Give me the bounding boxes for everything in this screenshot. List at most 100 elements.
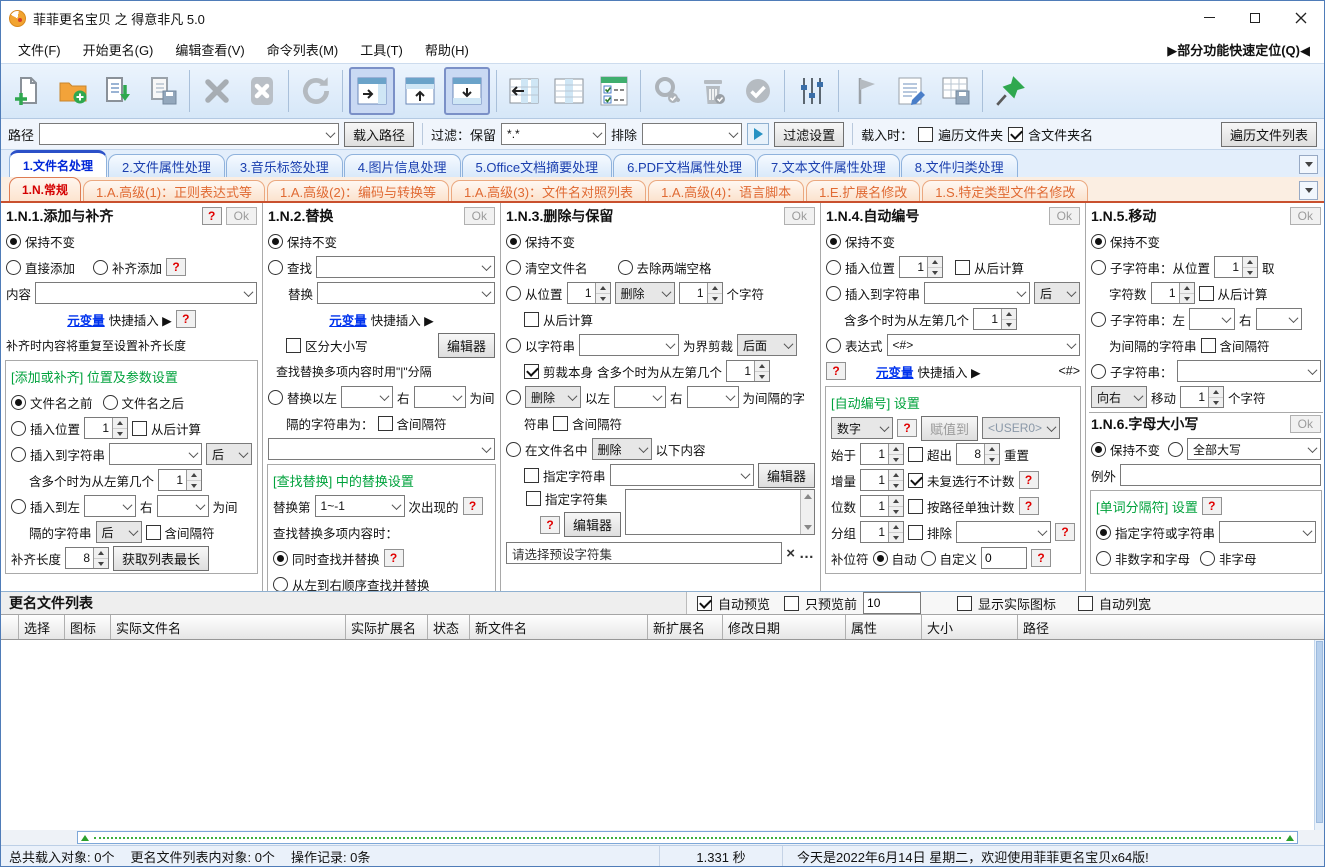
case-non-alnum-radio[interactable]: [1096, 551, 1111, 566]
move-column-left-icon[interactable]: [501, 67, 546, 115]
add-meta-var-link[interactable]: 元变量: [67, 310, 105, 329]
traverse-folders-checkbox[interactable]: [918, 127, 933, 142]
more-icon[interactable]: …: [799, 545, 815, 562]
add-direct-radio[interactable]: [6, 260, 21, 275]
column-status[interactable]: 状态: [428, 615, 470, 639]
new-file-icon[interactable]: [5, 67, 50, 115]
delete-icon[interactable]: [194, 67, 239, 115]
case-except-input[interactable]: [1120, 464, 1321, 486]
case-spec-radio[interactable]: [1096, 525, 1111, 540]
num-per-path-checkbox[interactable]: [908, 499, 923, 514]
num-pos-spinner[interactable]: 1: [899, 256, 943, 278]
del-string-editor-button[interactable]: 编辑器: [758, 463, 815, 488]
add-multi-spinner[interactable]: 1: [158, 469, 202, 491]
add-sep-after-combo[interactable]: 后: [96, 521, 142, 543]
add-insert-pos-spinner[interactable]: 1: [84, 417, 128, 439]
del-in-name-radio[interactable]: [506, 442, 521, 457]
rep-find-radio[interactable]: [268, 260, 283, 275]
subtab-extension[interactable]: 1.E.扩展名修改: [806, 180, 920, 201]
column-size[interactable]: 大小: [922, 615, 1018, 639]
num-pad-custom-input[interactable]: [981, 547, 1027, 569]
maximize-button[interactable]: [1232, 1, 1278, 34]
minimize-button[interactable]: [1186, 1, 1232, 34]
add-after-combo[interactable]: 后: [206, 443, 252, 465]
del-trim-radio[interactable]: [618, 260, 633, 275]
del-spec-string-combo[interactable]: [610, 464, 754, 486]
num-insert-str-radio[interactable]: [826, 286, 841, 301]
num-grouping-spinner[interactable]: 1: [860, 521, 904, 543]
add-pad-radio[interactable]: [93, 260, 108, 275]
preview-count-input[interactable]: [863, 592, 921, 614]
add-between-radio[interactable]: [11, 499, 26, 514]
apply-filter-button[interactable]: [747, 123, 769, 145]
mov-dir-combo[interactable]: 向右: [1091, 386, 1147, 408]
column-new-name[interactable]: 新文件名: [470, 615, 648, 639]
subtab-specific-type[interactable]: 1.S.特定类型文件名修改: [922, 180, 1088, 201]
mov-keep-radio[interactable]: [1091, 234, 1106, 249]
panel-right-icon[interactable]: [349, 67, 395, 115]
rep-between-radio[interactable]: [268, 390, 283, 405]
num-quick-insert-label[interactable]: 快捷插入 ▶: [918, 362, 981, 381]
del-by-string-combo[interactable]: [579, 334, 679, 356]
add-keep-radio[interactable]: [6, 234, 21, 249]
rep-sequential-radio[interactable]: [273, 577, 288, 592]
mov-left-combo[interactable]: [1189, 308, 1235, 330]
tab-office-summary[interactable]: 5.Office文档摘要处理: [462, 154, 613, 177]
rep-nth-combo[interactable]: 1~-1: [315, 495, 405, 517]
scrollbar-track[interactable]: [94, 837, 1281, 839]
num-insert-pos-radio[interactable]: [826, 260, 841, 275]
del-from-pos-radio[interactable]: [506, 286, 521, 301]
help-button[interactable]: ?: [897, 419, 917, 437]
del-cut-side-combo[interactable]: 后面: [737, 334, 797, 356]
help-button[interactable]: ?: [540, 516, 560, 534]
column-icon[interactable]: 图标: [65, 615, 111, 639]
del-in-name-action-combo[interactable]: 删除: [592, 438, 652, 460]
del-between-radio[interactable]: [506, 390, 521, 405]
help-button[interactable]: ?: [1019, 471, 1039, 489]
column-select[interactable]: 选择: [19, 615, 65, 639]
subtab-encode[interactable]: 1.A.高级(2)：编码与转换等: [267, 180, 449, 201]
del-multi-spinner[interactable]: 1: [726, 360, 770, 382]
pin-icon[interactable]: [987, 67, 1032, 115]
num-over-spinner[interactable]: 8: [956, 443, 1000, 465]
add-insert-str-combo[interactable]: [109, 443, 202, 465]
add-incl-sep-checkbox[interactable]: [146, 525, 161, 540]
subtab-normal[interactable]: 1.N.常规: [9, 177, 81, 201]
add-left-combo[interactable]: [84, 495, 136, 517]
delete-all-icon[interactable]: [239, 67, 284, 115]
search-check-icon[interactable]: [645, 67, 690, 115]
num-no-uncheck-checkbox[interactable]: [908, 473, 923, 488]
save-list-icon[interactable]: [140, 67, 185, 115]
num-assign-target-combo[interactable]: <USER0>: [982, 417, 1060, 439]
load-path-button[interactable]: 载入路径: [344, 122, 414, 147]
mov-right-combo[interactable]: [1256, 308, 1302, 330]
ok-button[interactable]: Ok: [784, 207, 815, 225]
num-start-spinner[interactable]: 1: [860, 443, 904, 465]
del-pos-spinner[interactable]: 1: [567, 282, 611, 304]
mov-sub1-radio[interactable]: [1091, 260, 1106, 275]
column-modified-date[interactable]: 修改日期: [723, 615, 846, 639]
main-tabs-dropdown-button[interactable]: [1299, 155, 1318, 174]
rep-find-combo[interactable]: [316, 256, 495, 278]
add-content-combo[interactable]: [35, 282, 257, 304]
add-right-combo[interactable]: [157, 495, 209, 517]
mov-sub3-combo[interactable]: [1177, 360, 1321, 382]
subtab-script[interactable]: 1.A.高级(4)：语言脚本: [648, 180, 804, 201]
num-type-combo[interactable]: 数字: [831, 417, 893, 439]
case-spec-combo[interactable]: [1219, 521, 1316, 543]
del-action-combo[interactable]: 删除: [615, 282, 675, 304]
help-button[interactable]: ?: [202, 207, 222, 225]
num-after-combo[interactable]: 后: [1034, 282, 1080, 304]
add-pad-len-spinner[interactable]: 8: [65, 547, 109, 569]
rep-left-combo[interactable]: [341, 386, 393, 408]
clear-icon[interactable]: ×: [786, 545, 795, 562]
menu-command-list[interactable]: 命令列表(M): [256, 36, 350, 63]
scroll-left-arrow-icon[interactable]: [81, 835, 89, 841]
rep-simultaneous-radio[interactable]: [273, 551, 288, 566]
refresh-icon[interactable]: [293, 67, 338, 115]
flag-icon[interactable]: [843, 67, 888, 115]
import-list-icon[interactable]: [95, 67, 140, 115]
help-button[interactable]: ?: [1019, 497, 1039, 515]
del-cut-self-checkbox[interactable]: [524, 364, 539, 379]
subtab-regex[interactable]: 1.A.高级(1)：正则表达式等: [83, 180, 265, 201]
